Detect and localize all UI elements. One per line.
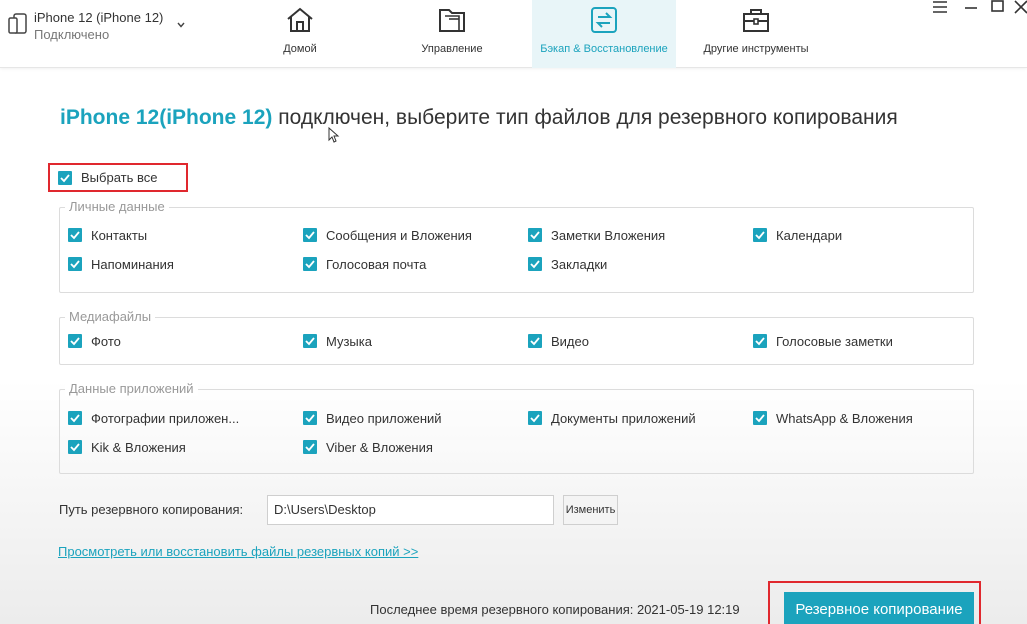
checkbox-video[interactable]: Видео xyxy=(528,333,589,349)
tab-backup-restore-label: Бэкап & Восстановление xyxy=(540,43,668,55)
folder-icon xyxy=(439,9,465,32)
checkbox-app-photos[interactable]: Фотографии приложен... xyxy=(68,410,239,426)
device-status: Подключено xyxy=(34,27,110,42)
menu-icon[interactable] xyxy=(932,0,948,14)
heading-device-name: iPhone 12(iPhone 12) xyxy=(60,106,273,129)
tab-home[interactable]: Домой xyxy=(262,0,338,68)
checkbox-label: Viber & Вложения xyxy=(326,439,433,455)
tab-manage-label: Управление xyxy=(421,43,483,55)
group-title: Личные данные xyxy=(65,199,169,214)
device-selector[interactable]: iPhone 12 (iPhone 12) Подключено xyxy=(8,9,208,49)
backup-path-input[interactable]: D:\Users\Desktop xyxy=(267,495,554,525)
last-backup-time: Последнее время резервного копирования: … xyxy=(370,602,740,617)
minimize-icon[interactable] xyxy=(963,0,979,14)
tab-manage[interactable]: Управление xyxy=(410,0,494,68)
group-title: Медиафайлы xyxy=(65,309,156,324)
checkbox-checked-icon xyxy=(68,334,82,348)
close-icon[interactable] xyxy=(1013,0,1027,14)
checkbox-label: Документы приложений xyxy=(551,410,696,426)
checkbox-label: Закладки xyxy=(551,256,608,272)
checkbox-whatsapp[interactable]: WhatsApp & Вложения xyxy=(753,410,913,426)
checkbox-checked-icon xyxy=(68,440,82,454)
checkbox-label: Видео приложений xyxy=(326,410,442,426)
checkbox-notes[interactable]: Заметки Вложения xyxy=(528,227,665,243)
checkbox-checked-icon xyxy=(303,334,317,348)
backup-path-label: Путь резервного копирования: xyxy=(59,502,244,517)
heading-text: подключен, выберите тип файлов для резер… xyxy=(272,106,898,129)
checkbox-label: Контакты xyxy=(91,227,148,243)
checkbox-label: Видео xyxy=(551,333,589,349)
checkbox-contacts[interactable]: Контакты xyxy=(68,227,147,243)
checkbox-checked-icon xyxy=(68,228,82,242)
checkbox-label: Музыка xyxy=(326,333,372,349)
chevron-down-icon[interactable] xyxy=(176,20,186,30)
checkbox-label: Сообщения и Вложения xyxy=(326,227,472,243)
tab-other-tools[interactable]: Другие инструменты xyxy=(698,0,814,68)
checkbox-checked-icon xyxy=(68,257,82,271)
checkbox-viber[interactable]: Viber & Вложения xyxy=(303,439,433,455)
view-restore-backups-link[interactable]: Просмотреть или восстановить файлы резер… xyxy=(58,544,418,559)
checkbox-kik[interactable]: Kik & Вложения xyxy=(68,439,186,455)
tab-other-tools-label: Другие инструменты xyxy=(703,43,809,55)
checkbox-label: Фото xyxy=(91,333,121,349)
tab-backup-restore[interactable]: Бэкап & Восстановление xyxy=(532,0,676,68)
checkbox-checked-icon xyxy=(303,411,317,425)
checkbox-checked-icon xyxy=(528,334,542,348)
group-personal-data: Личные данные xyxy=(59,199,974,293)
checkbox-checked-icon xyxy=(528,411,542,425)
checkbox-checked-icon xyxy=(303,440,317,454)
checkbox-label: Фотографии приложен... xyxy=(91,410,240,426)
select-all-label: Выбрать все xyxy=(81,170,158,185)
group-title: Данные приложений xyxy=(65,381,198,396)
devices-icon xyxy=(8,13,27,34)
checkbox-app-videos[interactable]: Видео приложений xyxy=(303,410,442,426)
page-title: iPhone 12(iPhone 12) подключен, выберите… xyxy=(60,104,1020,132)
mouse-cursor-icon xyxy=(328,127,340,143)
checkbox-checked-icon xyxy=(303,228,317,242)
select-all-checkbox[interactable]: Выбрать все xyxy=(48,163,188,192)
home-icon xyxy=(287,7,313,32)
checkbox-checked-icon xyxy=(753,334,767,348)
checkbox-label: Заметки Вложения xyxy=(551,227,666,243)
checkbox-label: Kik & Вложения xyxy=(91,439,186,455)
checkbox-label: Голосовые заметки xyxy=(776,333,893,349)
checkbox-checked-icon xyxy=(528,228,542,242)
group-app-data: Данные приложений xyxy=(59,381,974,474)
checkbox-checked-icon xyxy=(68,411,82,425)
checkbox-checked-icon xyxy=(303,257,317,271)
checkbox-label: WhatsApp & Вложения xyxy=(776,410,913,426)
checkbox-checked-icon xyxy=(528,257,542,271)
checkbox-checked-icon xyxy=(753,411,767,425)
checkbox-reminders[interactable]: Напоминания xyxy=(68,256,174,272)
checkbox-app-documents[interactable]: Документы приложений xyxy=(528,410,696,426)
change-path-button[interactable]: Изменить xyxy=(563,495,618,525)
backup-button[interactable]: Резервное копирование xyxy=(784,592,974,624)
checkbox-label: Напоминания xyxy=(91,256,174,272)
checkbox-label: Голосовая почта xyxy=(326,256,427,272)
device-name: iPhone 12 (iPhone 12) xyxy=(34,10,164,25)
checkbox-messages[interactable]: Сообщения и Вложения xyxy=(303,227,472,243)
maximize-icon[interactable] xyxy=(990,0,1006,14)
checkbox-photos[interactable]: Фото xyxy=(68,333,121,349)
toolbox-icon xyxy=(743,9,769,32)
checkbox-bookmarks[interactable]: Закладки xyxy=(528,256,607,272)
checkbox-music[interactable]: Музыка xyxy=(303,333,372,349)
checkbox-voicemail[interactable]: Голосовая почта xyxy=(303,256,426,272)
checkbox-calendars[interactable]: Календари xyxy=(753,227,842,243)
tab-home-label: Домой xyxy=(283,43,317,55)
checkbox-checked-icon xyxy=(753,228,767,242)
checkbox-checked-icon xyxy=(58,170,72,185)
backup-restore-icon xyxy=(591,7,617,33)
top-bar: iPhone 12 (iPhone 12) Подключено Домой У… xyxy=(0,0,1027,68)
checkbox-voice-memos[interactable]: Голосовые заметки xyxy=(753,333,893,349)
checkbox-label: Календари xyxy=(776,227,843,243)
